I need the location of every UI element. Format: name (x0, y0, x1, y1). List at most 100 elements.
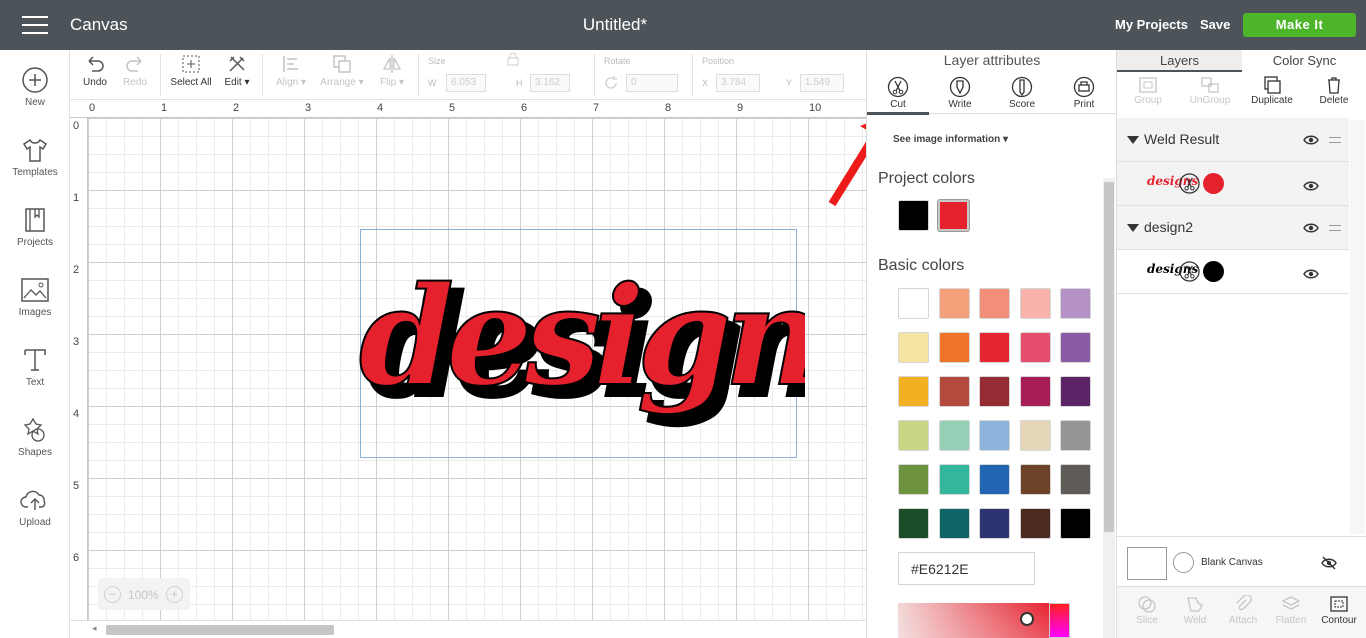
weld-button[interactable]: Weld (1171, 595, 1219, 626)
scroll-thumb[interactable] (106, 625, 334, 635)
duplicate-button[interactable]: Duplicate (1241, 76, 1303, 106)
nav-images[interactable]: Images (0, 276, 70, 318)
basic-color-swatch[interactable] (1060, 464, 1091, 495)
basic-color-swatch[interactable] (1060, 376, 1091, 407)
nav-upload[interactable]: Upload (0, 486, 70, 528)
see-image-information-link[interactable]: See image information ▾ (893, 134, 1008, 145)
hex-color-input[interactable]: #E6212E (898, 552, 1035, 585)
tab-write[interactable]: Write (929, 76, 991, 110)
basic-color-swatch[interactable] (898, 464, 929, 495)
layer-color-swatch[interactable] (1203, 173, 1224, 194)
basic-color-swatch[interactable] (1019, 464, 1051, 495)
layers-scrollbar[interactable] (1350, 120, 1365, 534)
nav-new[interactable]: New (0, 66, 70, 108)
tab-cut[interactable]: Cut (867, 76, 929, 110)
eye-hidden-icon[interactable] (1321, 556, 1337, 570)
blank-canvas-swatch[interactable] (1127, 547, 1167, 580)
rotate-input[interactable]: 0 (626, 74, 678, 92)
project-color-swatch[interactable] (898, 200, 929, 231)
project-color-swatch[interactable] (938, 200, 969, 231)
basic-color-swatch[interactable] (979, 508, 1010, 539)
save-button[interactable]: Save (1200, 17, 1230, 32)
eye-icon[interactable] (1303, 180, 1319, 192)
x-input[interactable]: 3.784 (716, 74, 760, 92)
basic-color-swatch[interactable] (898, 376, 929, 407)
basic-color-swatch[interactable] (1060, 508, 1091, 539)
flip-button[interactable]: Flip ▾ (373, 50, 411, 88)
slice-button[interactable]: Slice (1123, 595, 1171, 626)
horizontal-scrollbar[interactable]: ◂ (70, 620, 866, 638)
eye-icon[interactable] (1303, 134, 1319, 146)
layer-group-design2[interactable]: design2 (1117, 206, 1349, 250)
blank-canvas-color[interactable] (1173, 552, 1194, 573)
flatten-button[interactable]: Flatten (1267, 595, 1315, 626)
basic-color-swatch[interactable] (979, 332, 1010, 363)
tab-layers[interactable]: Layers (1117, 50, 1242, 72)
tab-print[interactable]: Print (1053, 76, 1115, 110)
basic-color-swatch[interactable] (1019, 332, 1051, 363)
color-picker-handle[interactable] (1020, 612, 1034, 626)
drag-handle-icon[interactable] (1329, 225, 1341, 231)
layer-item[interactable]: designs (1117, 250, 1349, 294)
tab-color-sync[interactable]: Color Sync (1242, 50, 1366, 72)
basic-color-swatch[interactable] (898, 332, 929, 363)
layer-item[interactable]: designs (1117, 162, 1349, 206)
nav-text[interactable]: Text (0, 346, 70, 388)
undo-button[interactable]: Undo (78, 50, 112, 88)
designs-artwork[interactable]: designs designs (355, 226, 805, 461)
edit-button[interactable]: Edit ▾ (220, 50, 254, 88)
contour-button[interactable]: Contour (1315, 595, 1363, 626)
basic-color-swatch[interactable] (979, 288, 1010, 319)
scissors-icon[interactable] (1179, 173, 1200, 194)
basic-color-swatch[interactable] (1060, 288, 1091, 319)
basic-color-swatch[interactable] (898, 508, 929, 539)
panel-scroll-thumb[interactable] (1104, 182, 1114, 532)
layer-color-swatch[interactable] (1203, 261, 1224, 282)
scissors-icon[interactable] (1179, 261, 1200, 282)
blank-canvas-row[interactable]: Blank Canvas (1117, 536, 1366, 586)
drag-handle-icon[interactable] (1329, 137, 1341, 143)
attach-button[interactable]: Attach (1219, 595, 1267, 626)
basic-color-swatch[interactable] (979, 376, 1010, 407)
align-button[interactable]: Align ▾ (270, 50, 312, 88)
collapse-triangle-icon[interactable] (1127, 224, 1139, 232)
eye-icon[interactable] (1303, 268, 1319, 280)
zoom-in-button[interactable]: + (166, 586, 183, 603)
select-all-button[interactable]: Select All (168, 50, 214, 88)
group-button[interactable]: Group (1117, 76, 1179, 106)
basic-color-swatch[interactable] (938, 332, 970, 363)
zoom-out-button[interactable]: − (104, 586, 121, 603)
basic-color-swatch[interactable] (898, 288, 929, 319)
collapse-triangle-icon[interactable] (1127, 136, 1139, 144)
basic-color-swatch[interactable] (1019, 288, 1051, 319)
nav-shapes[interactable]: Shapes (0, 416, 70, 458)
hue-slider[interactable] (1049, 603, 1070, 638)
basic-color-swatch[interactable] (938, 420, 970, 451)
redo-button[interactable]: Redo (118, 50, 152, 88)
basic-color-swatch[interactable] (938, 508, 970, 539)
width-input[interactable]: 6.053 (446, 74, 486, 92)
lock-icon[interactable] (506, 52, 520, 66)
tab-score[interactable]: Score (991, 76, 1053, 110)
ungroup-button[interactable]: UnGroup (1179, 76, 1241, 106)
basic-color-swatch[interactable] (979, 464, 1010, 495)
basic-color-swatch[interactable] (938, 376, 970, 407)
height-input[interactable]: 3.162 (530, 74, 570, 92)
basic-color-swatch[interactable] (1019, 420, 1051, 451)
my-projects-link[interactable]: My Projects (1115, 17, 1188, 32)
basic-color-swatch[interactable] (898, 420, 929, 451)
eye-icon[interactable] (1303, 222, 1319, 234)
layer-group-weld-result[interactable]: Weld Result (1117, 118, 1349, 162)
basic-color-swatch[interactable] (938, 464, 970, 495)
make-it-button[interactable]: Make It (1243, 13, 1356, 37)
scroll-left-icon[interactable]: ◂ (92, 623, 97, 634)
y-input[interactable]: 1.549 (800, 74, 844, 92)
basic-color-swatch[interactable] (1060, 420, 1091, 451)
basic-color-swatch[interactable] (979, 420, 1010, 451)
nav-templates[interactable]: Templates (0, 136, 70, 178)
basic-color-swatch[interactable] (1019, 376, 1051, 407)
basic-color-swatch[interactable] (1060, 332, 1091, 363)
basic-color-swatch[interactable] (1019, 508, 1051, 539)
arrange-button[interactable]: Arrange ▾ (316, 50, 368, 88)
delete-button[interactable]: Delete (1303, 76, 1365, 106)
